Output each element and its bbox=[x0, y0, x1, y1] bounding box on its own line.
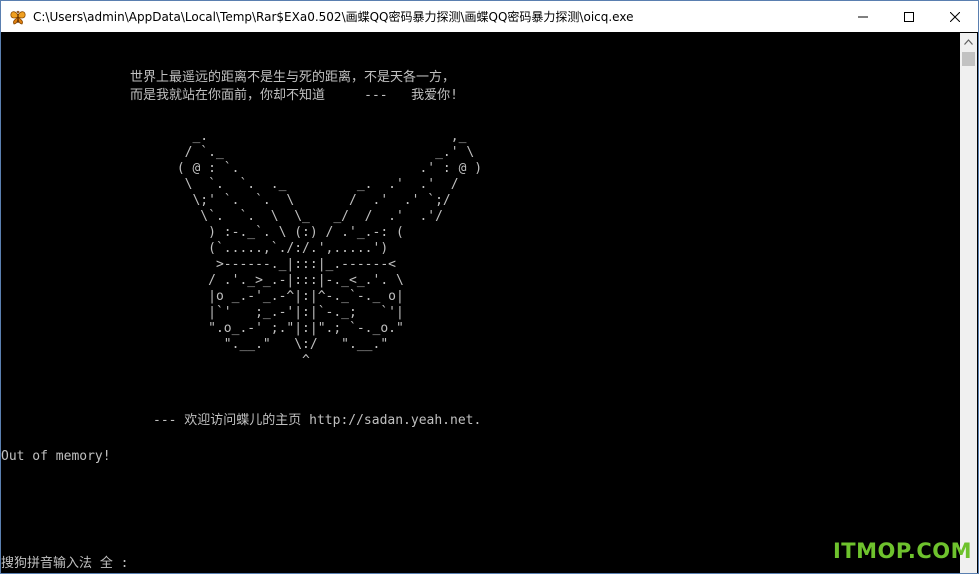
close-button[interactable] bbox=[932, 1, 978, 32]
chevron-up-icon bbox=[964, 38, 973, 45]
window-title: C:\Users\admin\AppData\Local\Temp\Rar$EX… bbox=[33, 10, 634, 24]
maximize-button[interactable] bbox=[886, 1, 932, 32]
console-window: C:\Users\admin\AppData\Local\Temp\Rar$EX… bbox=[0, 0, 979, 574]
vertical-scrollbar[interactable] bbox=[960, 33, 977, 573]
homepage-line: --- 欢迎访问蝶儿的主页 http://sadan.yeah.net. bbox=[153, 413, 482, 428]
butterfly-icon[interactable] bbox=[9, 8, 27, 26]
close-icon bbox=[950, 11, 960, 22]
poem-line-2: 而是我就站在你面前，你却不知道 --- 我爱你! bbox=[130, 88, 458, 103]
ime-status-bar: 搜狗拼音输入法 全 : bbox=[1, 556, 129, 571]
site-watermark: ITMOP.COM bbox=[832, 539, 972, 563]
error-message: Out of memory! bbox=[1, 449, 111, 464]
minimize-icon bbox=[858, 16, 868, 17]
scroll-thumb[interactable] bbox=[962, 52, 975, 66]
poem-line-1: 世界上最遥远的距离不是生与死的距离，不是天各一方， bbox=[130, 70, 456, 85]
minimize-button[interactable] bbox=[840, 1, 886, 32]
maximize-icon bbox=[904, 11, 914, 22]
scroll-up-button[interactable] bbox=[960, 33, 977, 50]
window-controls bbox=[840, 1, 978, 32]
butterfly-ascii-art: _. ,_ / `._ _.' \ ( @ : `. .' : @ ) \ `.… bbox=[176, 129, 483, 368]
console-output[interactable]: 世界上最遥远的距离不是生与死的距离，不是天各一方， 而是我就站在你面前，你却不知… bbox=[1, 33, 961, 573]
title-bar[interactable]: C:\Users\admin\AppData\Local\Temp\Rar$EX… bbox=[1, 1, 978, 32]
